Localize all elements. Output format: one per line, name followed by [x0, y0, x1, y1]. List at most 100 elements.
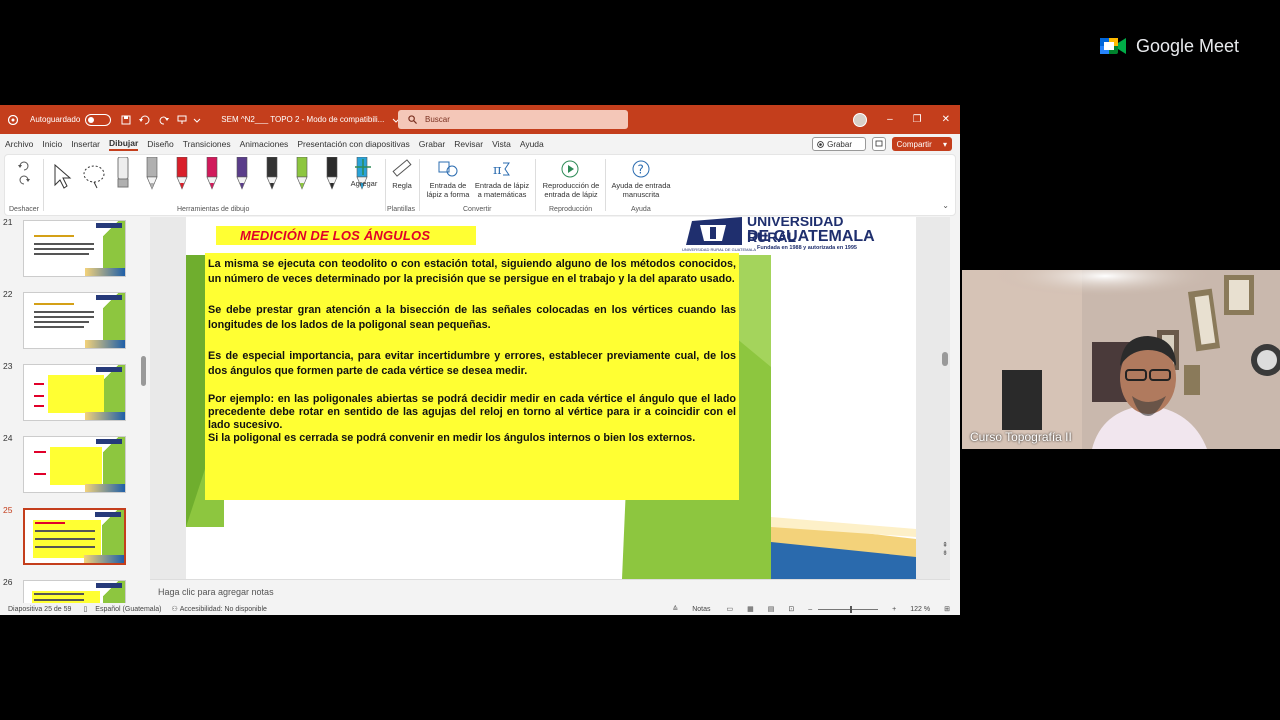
search-box[interactable]: Buscar — [398, 110, 628, 129]
fit-slide-icon[interactable]: ⊞ — [944, 605, 950, 613]
ink-to-shape-label[interactable]: Entrada de lápiz a forma — [423, 181, 473, 199]
zoom-out-icon[interactable]: – — [808, 606, 812, 613]
autosave-toggle[interactable] — [85, 113, 112, 126]
pen-7-icon[interactable] — [325, 156, 339, 196]
thumbnail-row[interactable]: 21 — [0, 217, 150, 281]
tab-vista[interactable]: Vista — [492, 139, 511, 149]
undo-icon[interactable] — [139, 115, 151, 125]
tab-animaciones[interactable]: Animaciones — [240, 139, 289, 149]
thumbnail-row[interactable]: 25 — [0, 505, 150, 569]
share-button[interactable]: Compartir ▾ — [891, 137, 952, 151]
share-label: Compartir — [896, 139, 932, 149]
ribbon-separator — [385, 159, 386, 211]
collapse-ribbon-icon[interactable]: ⌄ — [942, 201, 949, 210]
templates-group-label: Plantillas — [387, 206, 416, 213]
paragraph-3: Es de especial importancia, para evitar … — [208, 350, 736, 377]
pen-3-icon[interactable] — [205, 156, 219, 196]
app-icon[interactable] — [8, 114, 18, 125]
restore-icon[interactable]: ❐ — [913, 114, 922, 125]
present-icon[interactable] — [177, 115, 187, 125]
eraser-icon[interactable] — [116, 156, 130, 194]
tab-grabar[interactable]: Grabar — [419, 139, 445, 149]
tab-revisar[interactable]: Revisar — [454, 139, 483, 149]
thumbnail-row[interactable]: 23 — [0, 361, 150, 425]
draw-tools-group-label: Herramientas de dibujo — [177, 206, 250, 213]
save-icon[interactable] — [121, 115, 131, 125]
tab-dibujar[interactable]: Dibujar — [109, 138, 139, 151]
zoom-slider[interactable] — [818, 605, 879, 613]
comments-button[interactable] — [872, 137, 886, 151]
meet-brand-text: Google Meet — [1136, 35, 1240, 56]
ruler-label[interactable]: Regla — [387, 181, 417, 190]
thumbnail-row[interactable]: 24 — [0, 433, 150, 497]
ink-replay-label[interactable]: Reproducción de entrada de lápiz — [539, 181, 603, 199]
slide-sorter-icon[interactable]: ▦ — [747, 605, 754, 613]
slide-thumbnail[interactable] — [23, 292, 126, 349]
thumbnail-number: 26 — [3, 577, 13, 587]
participant-video-tile[interactable]: Curso Topografía II — [962, 270, 1280, 449]
ruler-icon[interactable] — [391, 157, 413, 184]
tab-inicio[interactable]: Inicio — [42, 139, 62, 149]
minimize-icon[interactable]: – — [887, 114, 893, 125]
tab-diseno[interactable]: Diseño — [147, 139, 173, 149]
thumbnail-number: 24 — [3, 433, 13, 443]
file-name[interactable]: SEM ^N2___ TOPO 2 - Modo de compatibili.… — [221, 115, 384, 124]
current-slide[interactable]: UNIVERSIDAD RURAL DE GUATEMALA Fundada e… — [186, 217, 916, 579]
paragraph-4: Por ejemplo: en las poligonales abiertas… — [208, 393, 736, 431]
language-status[interactable]: Español (Guatemala) — [95, 606, 161, 613]
tab-archivo[interactable]: Archivo — [5, 139, 33, 149]
university-logo: UNIVERSIDAD RURAL DE GUATEMALA Fundada e… — [682, 217, 892, 253]
notes-toggle-icon[interactable]: ≙ — [672, 605, 678, 613]
normal-view-icon[interactable]: ▭ — [727, 605, 734, 613]
zoom-level[interactable]: 122 % — [910, 606, 930, 613]
notes-pane[interactable]: Haga clic para agregar notas — [150, 579, 950, 603]
pen-4-icon[interactable] — [235, 156, 249, 196]
svg-text:?: ? — [638, 163, 644, 177]
page-nav-arrows-icon[interactable]: ⇞ ⇟ — [942, 542, 948, 558]
slide-thumbnail[interactable] — [23, 436, 126, 493]
slide-title: MEDICIÓN DE LOS ÁNGULOS — [240, 228, 431, 243]
zoom-in-icon[interactable]: + — [892, 606, 896, 613]
redo-tool-icon[interactable] — [17, 173, 31, 192]
convert-group-label: Convertir — [463, 206, 492, 213]
tab-ayuda[interactable]: Ayuda — [520, 139, 544, 149]
thumbnail-number: 21 — [3, 217, 13, 227]
slide-thumbnail[interactable] — [23, 220, 126, 277]
slideshow-icon[interactable]: ⊡ — [788, 605, 794, 613]
ink-to-math-label[interactable]: Entrada de lápiz a matemáticas — [473, 181, 531, 199]
pen-5-icon[interactable] — [265, 156, 279, 196]
tab-insertar[interactable]: Insertar — [71, 139, 100, 149]
view-and-zoom-controls: ≙ Notas ▭ ▦ ▤ ⊡ – + 122 % ⊞ — [664, 603, 950, 615]
thumbnail-row[interactable]: 22 — [0, 289, 150, 353]
ink-help-label[interactable]: Ayuda de entrada manuscrita — [609, 181, 673, 199]
select-cursor-icon[interactable] — [51, 163, 73, 194]
add-pen-label[interactable]: Agregar — [349, 179, 379, 188]
accessibility-status[interactable]: Accesibilidad: No disponible — [180, 606, 267, 613]
record-button[interactable]: Grabar — [812, 137, 866, 151]
redo-icon[interactable] — [159, 115, 170, 125]
slide-thumbnail[interactable] — [23, 364, 126, 421]
close-icon[interactable]: ✕ — [942, 114, 950, 125]
accessibility-icon[interactable]: ⚇ — [171, 605, 177, 613]
notes-placeholder: Haga clic para agregar notas — [158, 586, 274, 597]
lasso-select-icon[interactable] — [81, 163, 107, 194]
ribbon-separator — [535, 159, 536, 211]
user-avatar[interactable] — [853, 112, 868, 127]
slide-thumbnail-active[interactable] — [23, 508, 126, 565]
notes-toggle-label[interactable]: Notas — [692, 606, 710, 613]
thumbnail-number: 25 — [3, 505, 13, 515]
slide-body-text[interactable]: La misma se ejecuta con teodolito o con … — [205, 253, 739, 500]
thumbnail-scrollbar[interactable] — [141, 223, 147, 603]
tab-transiciones[interactable]: Transiciones — [183, 139, 231, 149]
scrollbar-thumb[interactable] — [141, 356, 146, 386]
reading-view-icon[interactable]: ▤ — [768, 605, 775, 613]
spelling-icon[interactable]: ▯ — [83, 605, 87, 613]
slide-thumbnails: 21 22 23 24 25 26 — [0, 217, 150, 615]
meet-icon — [1100, 38, 1126, 54]
customize-qat-icon[interactable] — [193, 116, 201, 124]
tab-presentacion[interactable]: Presentación con diapositivas — [297, 139, 409, 149]
canvas-scrollbar-thumb[interactable] — [942, 352, 948, 366]
pen-6-icon[interactable] — [295, 156, 309, 196]
pen-2-icon[interactable] — [175, 156, 189, 196]
pen-1-icon[interactable] — [145, 156, 159, 196]
